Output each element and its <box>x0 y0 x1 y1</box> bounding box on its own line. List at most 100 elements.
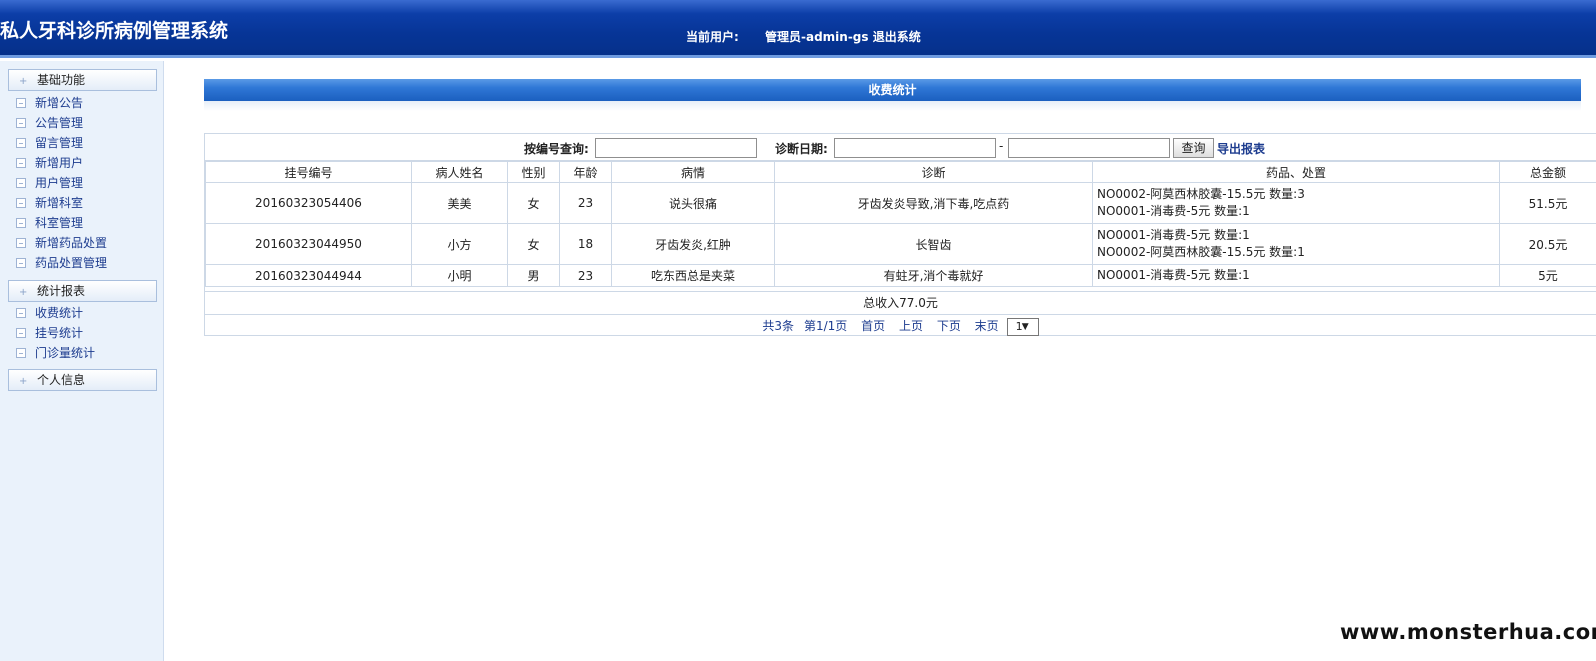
date-separator: - <box>999 139 1004 153</box>
sidebar: + 基础功能 新增公告 公告管理 留言管理 新增用户 用户管理 新增科室 科室管理… <box>0 61 164 661</box>
cell-gender: 女 <box>507 182 560 224</box>
sidebar-item-notice-manage[interactable]: 公告管理 <box>16 114 83 132</box>
menu-group-label: 统计报表 <box>37 284 86 298</box>
pager-next[interactable]: 下页 <box>937 319 961 333</box>
pager-page: 第1/1页 <box>803 319 848 333</box>
sidebar-item-add-department[interactable]: 新增科室 <box>16 194 83 212</box>
cell-condition: 说头很痛 <box>611 182 775 224</box>
id-search-label: 按编号查询: <box>524 142 589 156</box>
column-header: 年龄 <box>559 161 612 183</box>
search-row: 按编号查询: 诊断日期: - 查询 导出报表 <box>205 134 1596 161</box>
cell-name: 小明 <box>411 264 508 287</box>
cell-condition: 牙齿发炎,红肿 <box>611 223 775 265</box>
cell-age: 23 <box>559 182 612 224</box>
sidebar-item-label: 新增药品处置 <box>35 236 108 250</box>
app-header: 私人牙科诊所病例管理系统 当前用户: 管理员-admin-gs 退出系统 <box>0 0 1596 58</box>
sidebar-item-department-manage[interactable]: 科室管理 <box>16 214 83 232</box>
sidebar-item-add-drug[interactable]: 新增药品处置 <box>16 234 107 252</box>
logout-link[interactable]: 退出系统 <box>873 30 921 44</box>
sidebar-item-label: 公告管理 <box>35 116 84 130</box>
cell-age: 23 <box>559 264 612 287</box>
watermark: www.monsterhua.com <box>1340 620 1596 644</box>
sidebar-item-label: 新增公告 <box>35 96 84 110</box>
section-divider <box>204 101 1581 111</box>
tree-node-icon <box>16 308 26 318</box>
menu-group-basic[interactable]: + 基础功能 <box>8 69 157 91</box>
sidebar-item-label: 留言管理 <box>35 136 84 150</box>
tree-node-icon <box>16 328 26 338</box>
menu-group-label: 基础功能 <box>37 73 86 87</box>
sidebar-item-registration-stats[interactable]: 挂号统计 <box>16 324 83 342</box>
sidebar-item-label: 新增用户 <box>35 156 84 170</box>
plus-icon: + <box>19 376 28 387</box>
cell-gender: 女 <box>507 223 560 265</box>
cell-name: 美美 <box>411 182 508 224</box>
table-header-row: 挂号编号 病人姓名 性别 年龄 病情 诊断 药品、处置 总金额 <box>205 161 1596 183</box>
sidebar-item-add-user[interactable]: 新增用户 <box>16 154 83 172</box>
column-header: 诊断 <box>774 161 1093 183</box>
sidebar-item-label: 用户管理 <box>35 176 84 190</box>
pager-prev[interactable]: 上页 <box>899 319 923 333</box>
tree-node-icon <box>16 158 26 168</box>
cell-reg-no: 20160323044950 <box>205 223 412 265</box>
cell-age: 18 <box>559 223 612 265</box>
column-header: 总金额 <box>1499 161 1596 183</box>
drug-line: NO0001-消毒费-5元 数量:1 <box>1097 204 1250 218</box>
sidebar-item-label: 药品处置管理 <box>35 256 108 270</box>
sidebar-item-label: 新增科室 <box>35 196 84 210</box>
app-title: 私人牙科诊所病例管理系统 <box>0 20 229 42</box>
sidebar-item-label: 门诊量统计 <box>35 346 96 360</box>
cell-total: 51.5元 <box>1499 182 1596 224</box>
tree-node-icon <box>16 258 26 268</box>
cell-total: 20.5元 <box>1499 223 1596 265</box>
pager-total: 共3条 <box>762 319 794 333</box>
date-to-input[interactable] <box>1008 138 1170 158</box>
sidebar-item-label: 收费统计 <box>35 306 84 320</box>
tree-node-icon <box>16 348 26 358</box>
cell-reg-no: 20160323054406 <box>205 182 412 224</box>
sidebar-item-visit-stats[interactable]: 门诊量统计 <box>16 344 95 362</box>
date-from-input[interactable] <box>834 138 996 158</box>
drug-line: NO0002-阿莫西林胶囊-15.5元 数量:1 <box>1097 245 1305 259</box>
sidebar-item-message-manage[interactable]: 留言管理 <box>16 134 83 152</box>
section-title: 收费统计 <box>204 79 1581 101</box>
pager-first[interactable]: 首页 <box>861 319 885 333</box>
plus-icon: + <box>19 287 28 298</box>
cell-total: 5元 <box>1499 264 1596 287</box>
cell-name: 小方 <box>411 223 508 265</box>
column-header: 病情 <box>611 161 775 183</box>
fee-stats-panel: 按编号查询: 诊断日期: - 查询 导出报表 挂号编号 病人姓名 性别 年龄 病… <box>204 133 1596 336</box>
sidebar-item-drug-manage[interactable]: 药品处置管理 <box>16 254 107 272</box>
export-report-link[interactable]: 导出报表 <box>1217 140 1265 157</box>
query-button[interactable]: 查询 <box>1173 138 1214 158</box>
drug-line: NO0002-阿莫西林胶囊-15.5元 数量:3 <box>1097 187 1305 201</box>
pagination: 共3条 第1/1页 首页 上页 下页 末页 1 ▼ <box>205 314 1596 336</box>
cell-reg-no: 20160323044944 <box>205 264 412 287</box>
pager-last[interactable]: 末页 <box>975 319 999 333</box>
table-row: 20160323044944 小明 男 23 吃东西总是夹菜 有蛀牙,消个毒就好… <box>205 264 1596 287</box>
sidebar-item-add-notice[interactable]: 新增公告 <box>16 94 83 112</box>
sidebar-item-user-manage[interactable]: 用户管理 <box>16 174 83 192</box>
cell-drugs: NO0002-阿莫西林胶囊-15.5元 数量:3 NO0001-消毒费-5元 数… <box>1092 182 1500 224</box>
tree-node-icon <box>16 118 26 128</box>
menu-group-label: 个人信息 <box>37 373 86 387</box>
sidebar-item-label: 挂号统计 <box>35 326 84 340</box>
current-user-label: 当前用户: <box>686 30 739 44</box>
menu-group-profile[interactable]: + 个人信息 <box>8 369 157 391</box>
column-header: 挂号编号 <box>205 161 412 183</box>
sidebar-item-fee-stats[interactable]: 收费统计 <box>16 304 83 322</box>
cell-condition: 吃东西总是夹菜 <box>611 264 775 287</box>
id-search-input[interactable] <box>595 138 757 158</box>
user-bar: 当前用户: 管理员-admin-gs 退出系统 <box>686 28 921 45</box>
chevron-down-icon: ▼ <box>1021 321 1029 332</box>
tree-node-icon <box>16 178 26 188</box>
menu-group-reports[interactable]: + 统计报表 <box>8 280 157 302</box>
page-select[interactable]: 1 ▼ <box>1006 317 1039 336</box>
cell-drugs: NO0001-消毒费-5元 数量:1 <box>1092 264 1500 287</box>
user-name: 管理员-admin-gs <box>765 30 869 44</box>
total-income: 总收入77.0元 <box>205 291 1596 314</box>
cell-diagnosis: 有蛀牙,消个毒就好 <box>774 264 1093 287</box>
drug-line: NO0001-消毒费-5元 数量:1 <box>1097 228 1250 242</box>
plus-icon: + <box>19 76 28 87</box>
fee-table: 挂号编号 病人姓名 性别 年龄 病情 诊断 药品、处置 总金额 20160323… <box>205 161 1596 287</box>
